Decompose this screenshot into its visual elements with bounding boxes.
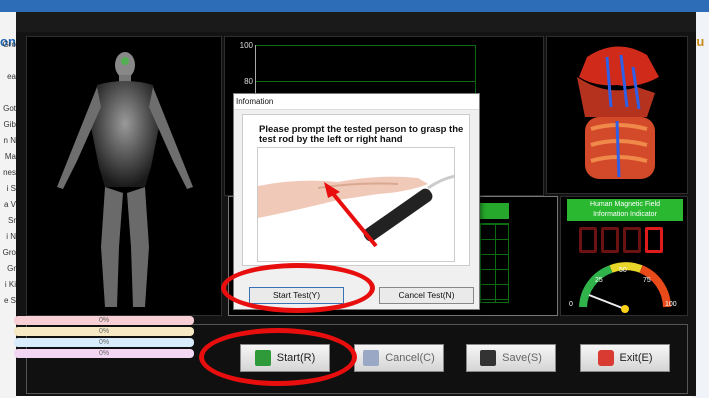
progress-bar: 0% — [14, 327, 194, 336]
background-list-item: Ma — [4, 152, 16, 161]
cancel-button[interactable]: Cancel(C) — [354, 344, 444, 372]
save-button-label: Save(S) — [502, 352, 542, 364]
test-rod — [363, 188, 433, 242]
body-figure-panel — [26, 36, 222, 316]
progress-label: 0% — [98, 350, 110, 357]
led-digit — [601, 227, 619, 253]
grid-line — [256, 81, 476, 82]
led-digit-display — [579, 227, 669, 253]
background-list-item — [0, 56, 16, 72]
human-body-image — [57, 52, 193, 307]
background-list-item: i N — [6, 232, 16, 241]
exit-button[interactable]: Exit(E) — [580, 344, 670, 372]
progress-bars: 0% 0% 0% 0% — [14, 316, 194, 360]
background-titlebar — [0, 0, 709, 12]
background-list-item: Gro — [2, 248, 16, 257]
main-window-titlebar — [16, 12, 696, 32]
progress-bar: 0% — [14, 316, 194, 325]
gauge-needle — [588, 294, 626, 310]
progress-bar: 0% — [14, 349, 194, 358]
dialog-content: Please prompt the tested person to grasp… — [242, 114, 470, 266]
indicator-title: Human Magnetic Field Information Indicat… — [567, 199, 683, 221]
led-digit — [623, 227, 641, 253]
progress-label: 0% — [98, 328, 110, 335]
background-list-item: Gib — [3, 120, 16, 129]
dialog-title: Infomation — [234, 94, 479, 110]
progress-label: 0% — [98, 339, 110, 346]
save-icon — [480, 350, 497, 366]
cancel-button-label: Cancel(C) — [385, 352, 435, 364]
exit-icon — [597, 350, 614, 366]
gauge-scale-label: 0 — [569, 301, 573, 308]
hand-test-rod-image — [257, 147, 455, 262]
magnetic-field-indicator-panel: Human Magnetic Field Information Indicat… — [560, 196, 688, 316]
gauge-scale-label: 75 — [643, 277, 651, 284]
gauge-scale-label: 25 — [595, 277, 603, 284]
background-list-item: e S — [3, 296, 16, 305]
gauge-scale-label: 100 — [665, 301, 677, 308]
gauge-scale-label: 50 — [619, 267, 627, 274]
internal-organs-image — [577, 46, 659, 179]
led-digit — [579, 227, 597, 253]
start-button[interactable]: Start(R) — [240, 344, 330, 372]
background-list-item: nes — [3, 168, 16, 177]
background-list-item: ea — [7, 72, 16, 81]
grid-line — [256, 45, 476, 46]
background-list-item: Gro — [2, 40, 16, 49]
led-digit — [645, 227, 663, 253]
indicator-title-line1: Human Magnetic Field — [589, 201, 661, 208]
background-list-item: Gr — [7, 264, 16, 273]
cancel-icon — [363, 350, 380, 366]
pointer-arrow — [328, 188, 378, 248]
indicator-title-line2: Information Indicator — [593, 211, 657, 218]
background-list-item: Sr — [8, 216, 16, 225]
start-icon — [254, 350, 271, 366]
start-test-button[interactable]: Start Test(Y) — [249, 287, 344, 304]
y-tick-label: 100 — [239, 41, 253, 50]
background-list-item: n N — [3, 136, 16, 145]
background-list-item — [0, 88, 16, 104]
start-button-label: Start(R) — [276, 352, 316, 364]
organ-image-panel — [546, 36, 688, 194]
progress-bar: 0% — [14, 338, 194, 347]
cancel-test-button[interactable]: Cancel Test(N) — [379, 287, 474, 304]
y-tick-label: 80 — [244, 77, 253, 86]
background-list-item: i S — [6, 184, 16, 193]
background-left-list: Gro ea Got Gib n N Ma nes i S a V Sr i N Gro Gr i Ki e… — [0, 40, 16, 340]
information-dialog: Infomation Please prompt the tested pers… — [233, 93, 480, 310]
save-button[interactable]: Save(S) — [466, 344, 556, 372]
progress-label: 0% — [98, 317, 110, 324]
background-list-item: a V — [3, 200, 16, 209]
background-list-item: Got — [3, 104, 16, 113]
screen: on Gro ea Got Gib n N Ma nes i Sa V Sr i N Gro Gr i … — [0, 0, 709, 398]
dialog-message: Please prompt the tested person to grasp… — [259, 124, 464, 145]
exit-button-label: Exit(E) — [619, 352, 653, 364]
background-list-item: i Ki — [4, 280, 16, 289]
